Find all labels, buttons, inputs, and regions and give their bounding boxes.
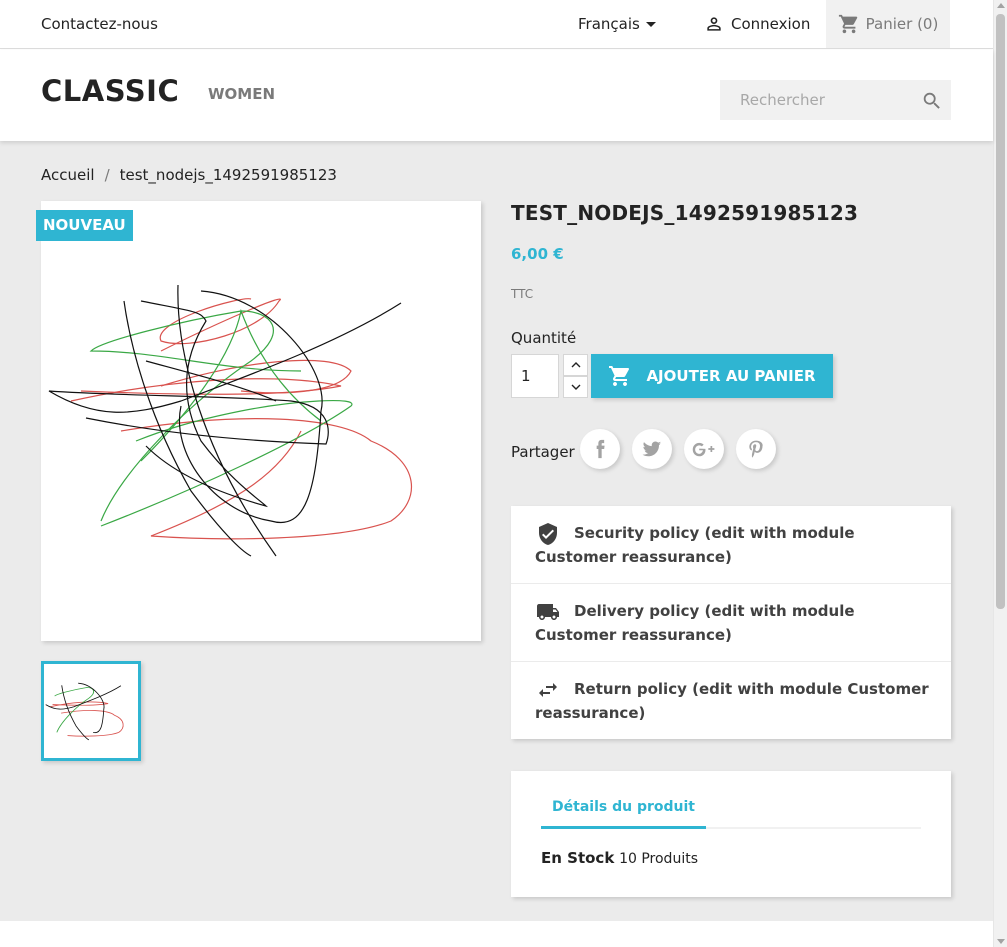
facebook-share-button[interactable] [580, 429, 620, 469]
shopping-cart-icon [609, 366, 630, 386]
pinterest-icon [749, 440, 763, 458]
product-title: TEST_NODEJS_1492591985123 [511, 201, 859, 225]
search-input[interactable] [720, 80, 910, 120]
chevron-down-icon [571, 384, 580, 390]
new-badge: NOUVEAU [36, 210, 133, 241]
reassurance-item: Return policy (edit with module Customer… [511, 662, 951, 740]
quantity-input[interactable] [511, 354, 559, 398]
tax-label: TTC [511, 287, 534, 301]
chevron-up-icon [571, 362, 580, 368]
stock-quantity: 10 Produits [619, 851, 698, 867]
facebook-icon [596, 439, 605, 459]
cart-label: Panier (0) [865, 15, 939, 33]
language-label: Français [578, 15, 640, 33]
shopping-cart-icon [838, 14, 857, 34]
breadcrumb-home[interactable]: Accueil [41, 166, 95, 184]
scrollbar-thumb[interactable] [996, 14, 1005, 609]
search-box [720, 80, 951, 120]
twitter-icon [642, 441, 662, 457]
stock-status: En Stock 10 Produits [541, 849, 698, 867]
twitter-share-button[interactable] [632, 429, 672, 469]
user-icon [707, 17, 721, 31]
scroll-down-icon[interactable] [997, 939, 1005, 944]
reassurance-item: Security policy (edit with module Custom… [511, 506, 951, 584]
search-icon[interactable] [921, 90, 943, 112]
product-thumbnail[interactable] [41, 661, 141, 761]
footer-strip [0, 921, 993, 947]
vertical-scrollbar[interactable] [993, 0, 1007, 947]
login-link[interactable]: Connexion [704, 14, 810, 34]
breadcrumb-separator: / [104, 166, 110, 184]
thumbnail-scribble [45, 682, 124, 741]
product-page: Accueil / test_nodejs_1492591985123 NOUV… [0, 141, 993, 921]
language-selector[interactable]: Français [578, 15, 656, 33]
product-cover-image[interactable] [41, 201, 481, 641]
reassurance-text: Security policy (edit with module Custom… [535, 524, 855, 566]
contact-link[interactable]: Contactez-nous [41, 15, 158, 33]
stock-label: En Stock [541, 849, 615, 867]
site-header: CLASSIC WOMEN [0, 50, 993, 141]
quantity-increase-button[interactable] [563, 354, 588, 376]
site-logo[interactable]: CLASSIC [41, 74, 179, 108]
top-nav: Contactez-nous Français Connexion Panier… [0, 0, 993, 49]
reassurance-text: Return policy (edit with module Customer… [535, 680, 929, 722]
google-plus-icon [692, 442, 715, 457]
tab-product-details[interactable]: Détails du produit [541, 799, 706, 829]
quantity-label: Quantité [511, 329, 577, 347]
breadcrumb-current[interactable]: test_nodejs_1492591985123 [120, 166, 337, 184]
menu-item-women[interactable]: WOMEN [208, 85, 275, 103]
scroll-up-icon[interactable] [997, 3, 1005, 8]
quantity-decrease-button[interactable] [563, 376, 588, 398]
caret-down-icon [645, 22, 656, 27]
scribble-drawing [48, 284, 413, 557]
google-plus-share-button[interactable] [684, 429, 724, 469]
add-to-cart-button[interactable]: AJOUTER AU PANIER [591, 354, 833, 398]
add-to-cart-label: AJOUTER AU PANIER [646, 367, 816, 385]
share-label: Partager [511, 443, 575, 461]
login-label: Connexion [731, 15, 811, 33]
breadcrumb: Accueil / test_nodejs_1492591985123 [41, 166, 337, 184]
product-price: 6,00 € [511, 245, 564, 263]
cart-button[interactable]: Panier (0) [826, 0, 950, 48]
pinterest-share-button[interactable] [736, 429, 776, 469]
reassurance-item: Delivery policy (edit with module Custom… [511, 584, 951, 662]
reassurance-block: Security policy (edit with module Custom… [511, 506, 951, 739]
reassurance-text: Delivery policy (edit with module Custom… [535, 602, 855, 644]
product-details-panel: Détails du produit En Stock 10 Produits [511, 771, 951, 897]
